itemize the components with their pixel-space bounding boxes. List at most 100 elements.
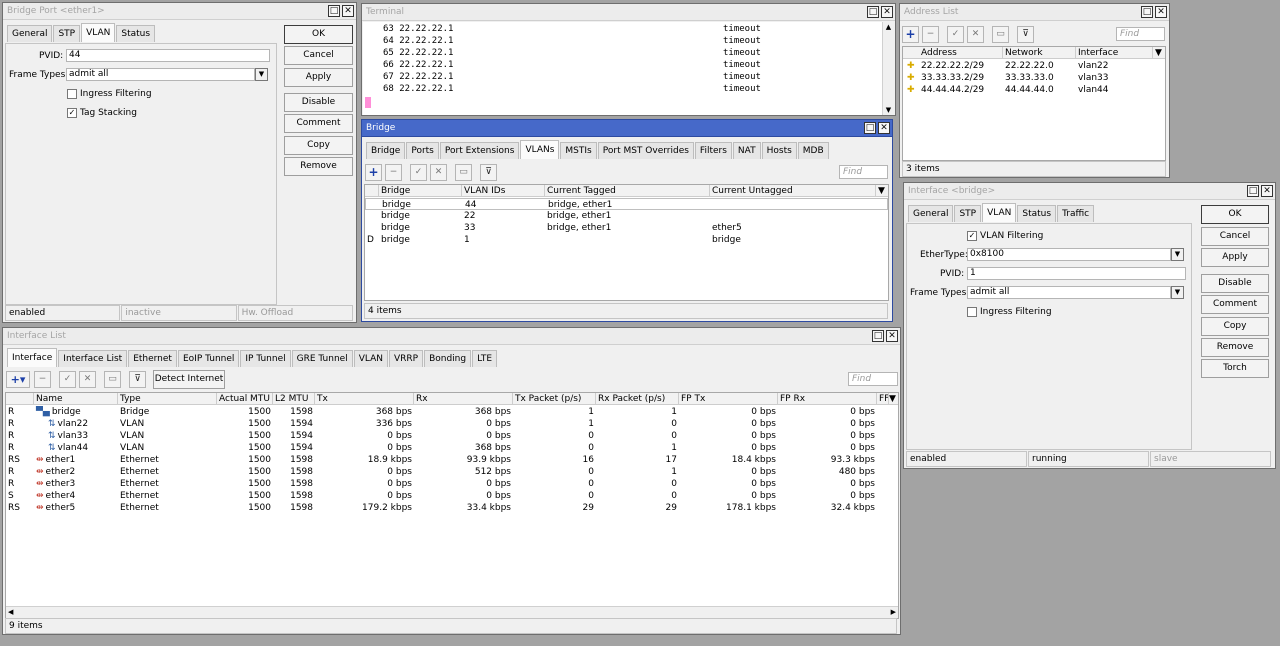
apply-button[interactable]: Apply bbox=[1201, 248, 1269, 267]
interface-bridge-titlebar[interactable]: Interface <bridge> □ ✕ bbox=[904, 183, 1275, 200]
tag-stacking-checkbox[interactable]: ✓ bbox=[67, 108, 77, 118]
col-tx[interactable]: Tx bbox=[315, 393, 414, 405]
table-row[interactable]: RS ⇹ ether1 Ethernet 1500 1598 18.9 kbps … bbox=[6, 454, 898, 466]
table-row[interactable]: R ⇹ ether3 Ethernet 1500 1598 0 bps 0 bps… bbox=[6, 478, 898, 490]
torch-button[interactable]: Torch bbox=[1201, 359, 1269, 378]
ethertype-field[interactable]: 0x8100 bbox=[967, 248, 1171, 261]
remove-button[interactable]: Remove bbox=[284, 157, 353, 176]
add-dropdown-icon[interactable]: +▾ bbox=[6, 371, 30, 388]
col-name[interactable]: Name bbox=[34, 393, 118, 405]
tab-vlan[interactable]: VLAN bbox=[982, 203, 1017, 222]
col-vlan-ids[interactable]: VLAN IDs bbox=[462, 185, 545, 197]
remove-icon[interactable]: − bbox=[922, 26, 939, 43]
table-row[interactable]: bridge 44 bridge, ether1 bbox=[365, 198, 888, 210]
table-row[interactable]: RS ⇹ ether5 Ethernet 1500 1598 179.2 kbps… bbox=[6, 502, 898, 514]
find-input[interactable]: Find bbox=[1116, 27, 1165, 41]
table-row[interactable]: S ⇹ ether4 Ethernet 1500 1598 0 bps 0 bps… bbox=[6, 490, 898, 502]
table-row[interactable]: ✚ 44.44.44.2/29 44.44.44.0 vlan44 bbox=[903, 84, 1165, 96]
find-input[interactable]: Find bbox=[839, 165, 888, 179]
terminal-output[interactable]: 63 22.22.22.1 timeout 64 22.22.22.1 time… bbox=[363, 22, 882, 115]
scroll-down-icon[interactable]: ▼ bbox=[883, 106, 894, 114]
comment-icon[interactable]: ▭ bbox=[992, 26, 1009, 43]
table-row[interactable]: bridge 22 bridge, ether1 bbox=[365, 210, 888, 222]
maximize-icon[interactable]: □ bbox=[1141, 6, 1153, 18]
add-icon[interactable]: + bbox=[365, 164, 382, 181]
col-tx-packet[interactable]: Tx Packet (p/s) bbox=[513, 393, 596, 405]
terminal-titlebar[interactable]: Terminal □ ✕ bbox=[362, 4, 895, 21]
col-l2-mtu[interactable]: L2 MTU bbox=[273, 393, 315, 405]
close-icon[interactable]: ✕ bbox=[886, 330, 898, 342]
interface-list-titlebar[interactable]: Interface List □ ✕ bbox=[3, 328, 900, 345]
ingress-filtering-checkbox[interactable] bbox=[967, 307, 977, 317]
tab-bridge[interactable]: Bridge bbox=[366, 142, 406, 159]
tab-mdb[interactable]: MDB bbox=[797, 142, 829, 159]
filter-icon[interactable]: ⊽ bbox=[480, 164, 497, 181]
col-interface[interactable]: Interface bbox=[1076, 47, 1153, 59]
maximize-icon[interactable]: □ bbox=[328, 5, 340, 17]
col-current-untagged[interactable]: Current Untagged bbox=[710, 185, 876, 197]
enable-icon[interactable]: ✓ bbox=[59, 371, 76, 388]
col-type[interactable]: Type bbox=[118, 393, 217, 405]
table-row[interactable]: R ⇅ vlan22 VLAN 1500 1594 336 bps 0 bps 1… bbox=[6, 418, 898, 430]
tab-interface[interactable]: Interface bbox=[7, 348, 58, 367]
col-rx[interactable]: Rx bbox=[414, 393, 513, 405]
close-icon[interactable]: ✕ bbox=[878, 122, 890, 134]
tab-gre-tunnel[interactable]: GRE Tunnel bbox=[291, 350, 353, 367]
ok-button[interactable]: OK bbox=[1201, 205, 1269, 224]
tab-filters[interactable]: Filters bbox=[694, 142, 732, 159]
dropdown-arrow-icon[interactable]: ▼ bbox=[1171, 248, 1184, 261]
comment-icon[interactable]: ▭ bbox=[455, 164, 472, 181]
comment-button[interactable]: Comment bbox=[284, 114, 353, 133]
col-fp-tx[interactable]: FP Tx bbox=[679, 393, 778, 405]
maximize-icon[interactable]: □ bbox=[864, 122, 876, 134]
maximize-icon[interactable]: □ bbox=[872, 330, 884, 342]
maximize-icon[interactable]: □ bbox=[867, 6, 879, 18]
maximize-icon[interactable]: □ bbox=[1247, 185, 1259, 197]
bridge-titlebar[interactable]: Bridge □ ✕ bbox=[362, 120, 892, 137]
tab-ports[interactable]: Ports bbox=[406, 142, 439, 159]
table-row[interactable]: R ▀▄ bridge Bridge 1500 1598 368 bps 368 … bbox=[6, 406, 898, 418]
column-menu-icon[interactable]: ▼ bbox=[1153, 47, 1165, 59]
remove-button[interactable]: Remove bbox=[1201, 338, 1269, 357]
tab-vlan[interactable]: VLAN bbox=[81, 23, 116, 42]
column-menu-icon[interactable]: ▼ bbox=[887, 393, 898, 405]
filter-icon[interactable]: ⊽ bbox=[129, 371, 146, 388]
tab-port-extensions[interactable]: Port Extensions bbox=[439, 142, 520, 159]
tab-vrrp[interactable]: VRRP bbox=[388, 350, 424, 367]
table-row[interactable]: R ⇅ vlan44 VLAN 1500 1594 0 bps 368 bps 0… bbox=[6, 442, 898, 454]
tab-bonding[interactable]: Bonding bbox=[424, 350, 472, 367]
tab-vlan[interactable]: VLAN bbox=[353, 350, 388, 367]
tab-traffic[interactable]: Traffic bbox=[1057, 205, 1095, 222]
col-address[interactable]: Address bbox=[919, 47, 1003, 59]
tab-ethernet[interactable]: Ethernet bbox=[128, 350, 177, 367]
copy-button[interactable]: Copy bbox=[1201, 317, 1269, 336]
terminal-scrollbar[interactable]: ▲ ▼ bbox=[882, 22, 894, 115]
tab-nat[interactable]: NAT bbox=[732, 142, 761, 159]
detect-internet-button[interactable]: Detect Internet bbox=[153, 370, 225, 389]
tab-hosts[interactable]: Hosts bbox=[761, 142, 797, 159]
disable-icon[interactable]: ✕ bbox=[430, 164, 447, 181]
pvid-field[interactable]: 1 bbox=[967, 267, 1186, 280]
find-input[interactable]: Find bbox=[848, 372, 898, 386]
table-row[interactable]: D bridge 1 bridge bbox=[365, 234, 888, 246]
tab-general[interactable]: General bbox=[7, 25, 53, 42]
comment-button[interactable]: Comment bbox=[1201, 295, 1269, 314]
col-actual-mtu[interactable]: Actual MTU bbox=[217, 393, 273, 405]
frame-types-select[interactable]: admit all bbox=[66, 68, 255, 81]
horizontal-scrollbar[interactable]: ◀ ▶ bbox=[6, 606, 898, 618]
disable-button[interactable]: Disable bbox=[1201, 274, 1269, 293]
tab-port-mst-overrides[interactable]: Port MST Overrides bbox=[597, 142, 694, 159]
remove-icon[interactable]: − bbox=[34, 371, 51, 388]
table-row[interactable]: ✚ 22.22.22.2/29 22.22.22.0 vlan22 bbox=[903, 60, 1165, 72]
enable-icon[interactable]: ✓ bbox=[947, 26, 964, 43]
scroll-left-icon[interactable]: ◀ bbox=[8, 608, 13, 616]
table-row[interactable]: R ⇅ vlan33 VLAN 1500 1594 0 bps 0 bps 0 0… bbox=[6, 430, 898, 442]
copy-button[interactable]: Copy bbox=[284, 136, 353, 155]
filter-icon[interactable]: ⊽ bbox=[1017, 26, 1034, 43]
col-rx-packet[interactable]: Rx Packet (p/s) bbox=[596, 393, 679, 405]
table-row[interactable]: bridge 33 bridge, ether1 ether5 bbox=[365, 222, 888, 234]
close-icon[interactable]: ✕ bbox=[342, 5, 354, 17]
tab-status[interactable]: Status bbox=[116, 25, 156, 42]
tab-vlans[interactable]: VLANs bbox=[520, 140, 560, 159]
close-icon[interactable]: ✕ bbox=[1261, 185, 1273, 197]
